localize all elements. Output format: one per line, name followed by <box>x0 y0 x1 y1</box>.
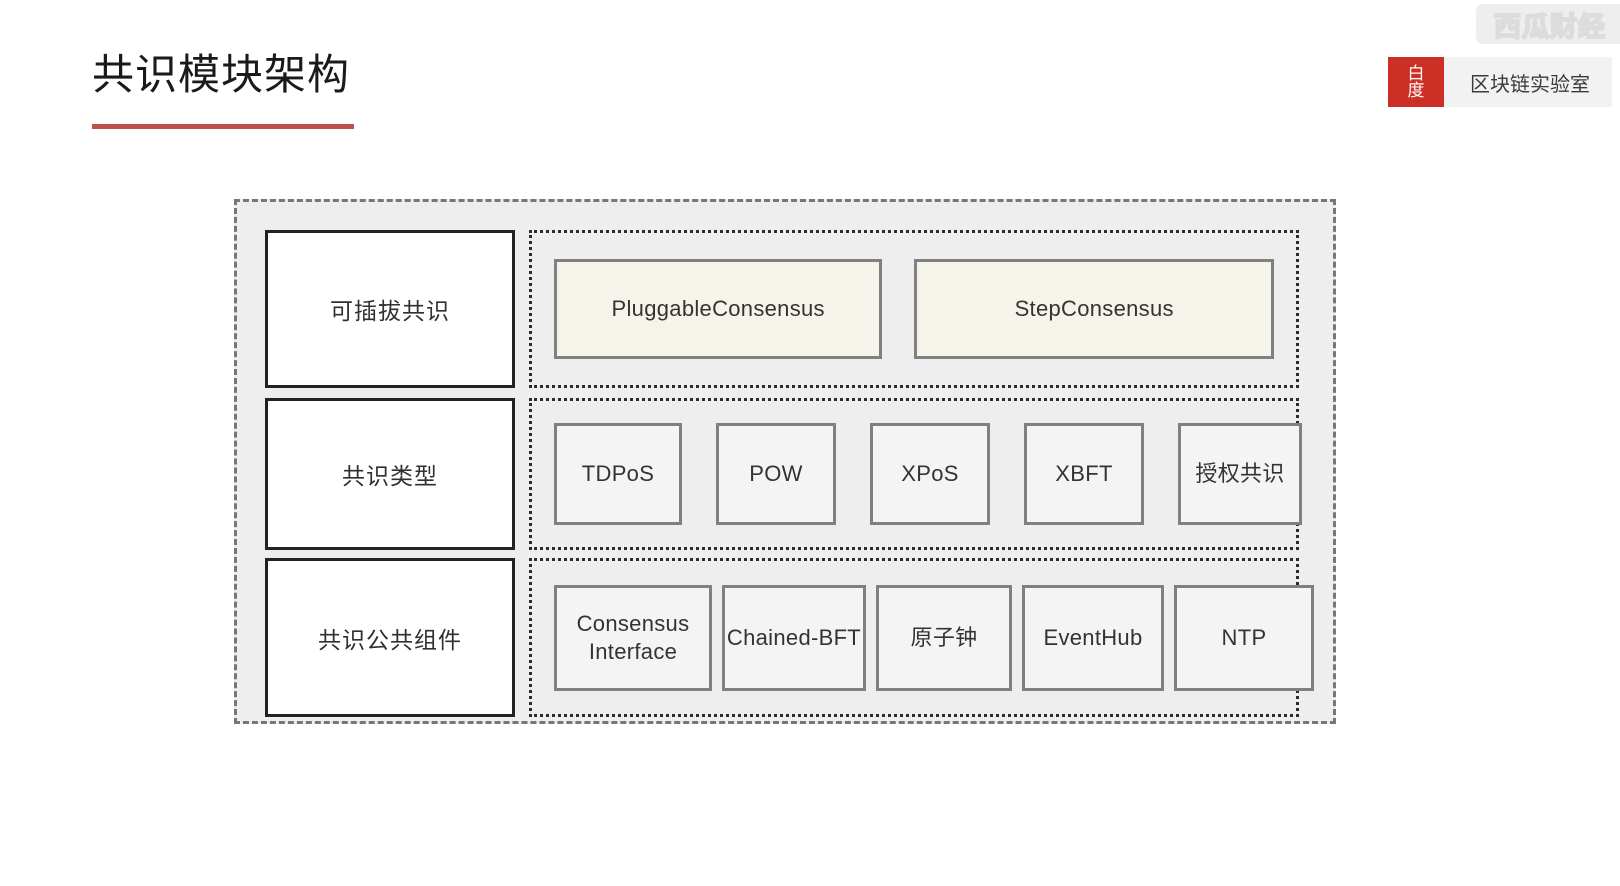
baidu-logo-icon: 白 度 <box>1388 57 1444 107</box>
tile-ntp: NTP <box>1174 584 1314 691</box>
watermark-text: 西瓜财经 <box>1493 11 1606 43</box>
brand-mark-line-1: 白 <box>1407 63 1425 83</box>
watermark-badge: 西瓜财经 <box>1476 4 1620 44</box>
page-title: 共识模块架构 <box>92 51 351 98</box>
consensus-architecture-diagram: 可插拔共识 PluggableConsensus StepConsensus 共… <box>234 199 1336 724</box>
layer-label-pluggable-consensus: 可插拔共识 <box>265 230 515 388</box>
tile-chained-bft: Chained-BFT <box>722 584 866 691</box>
title-underline-rule <box>92 124 354 129</box>
tile-pluggable-consensus: PluggableConsensus <box>554 259 883 359</box>
brand-lockup: 白 度 区块链实验室 <box>1388 57 1612 107</box>
layer-label-consensus-type: 共识类型 <box>265 398 515 550</box>
layer-group-pluggable-consensus: PluggableConsensus StepConsensus <box>529 230 1299 388</box>
layer-group-common-components: Consensus Interface Chained-BFT 原子钟 Even… <box>529 558 1314 717</box>
tile-tdpos: TDPoS <box>554 423 682 525</box>
tile-atomic-clock: 原子钟 <box>876 584 1012 691</box>
tile-step-consensus: StepConsensus <box>914 259 1274 359</box>
tile-pow: POW <box>716 423 836 525</box>
brand-label: 区块链实验室 <box>1444 57 1612 107</box>
consensus-type-tile-list: TDPoS POW XPoS XBFT 授权共识 <box>554 423 1302 525</box>
tile-eventhub: EventHub <box>1022 584 1164 691</box>
brand-mark-line-2: 度 <box>1407 81 1425 100</box>
layer-group-consensus-type: TDPoS POW XPoS XBFT 授权共识 <box>529 398 1302 550</box>
tile-xpos: XPoS <box>870 423 990 525</box>
tile-consensus-interface: Consensus Interface <box>554 584 712 691</box>
tile-xbft: XBFT <box>1024 423 1144 525</box>
common-component-tile-list: Consensus Interface Chained-BFT 原子钟 Even… <box>554 584 1314 691</box>
layer-label-common-components: 共识公共组件 <box>265 558 515 717</box>
tile-authorized-consensus: 授权共识 <box>1178 423 1302 525</box>
